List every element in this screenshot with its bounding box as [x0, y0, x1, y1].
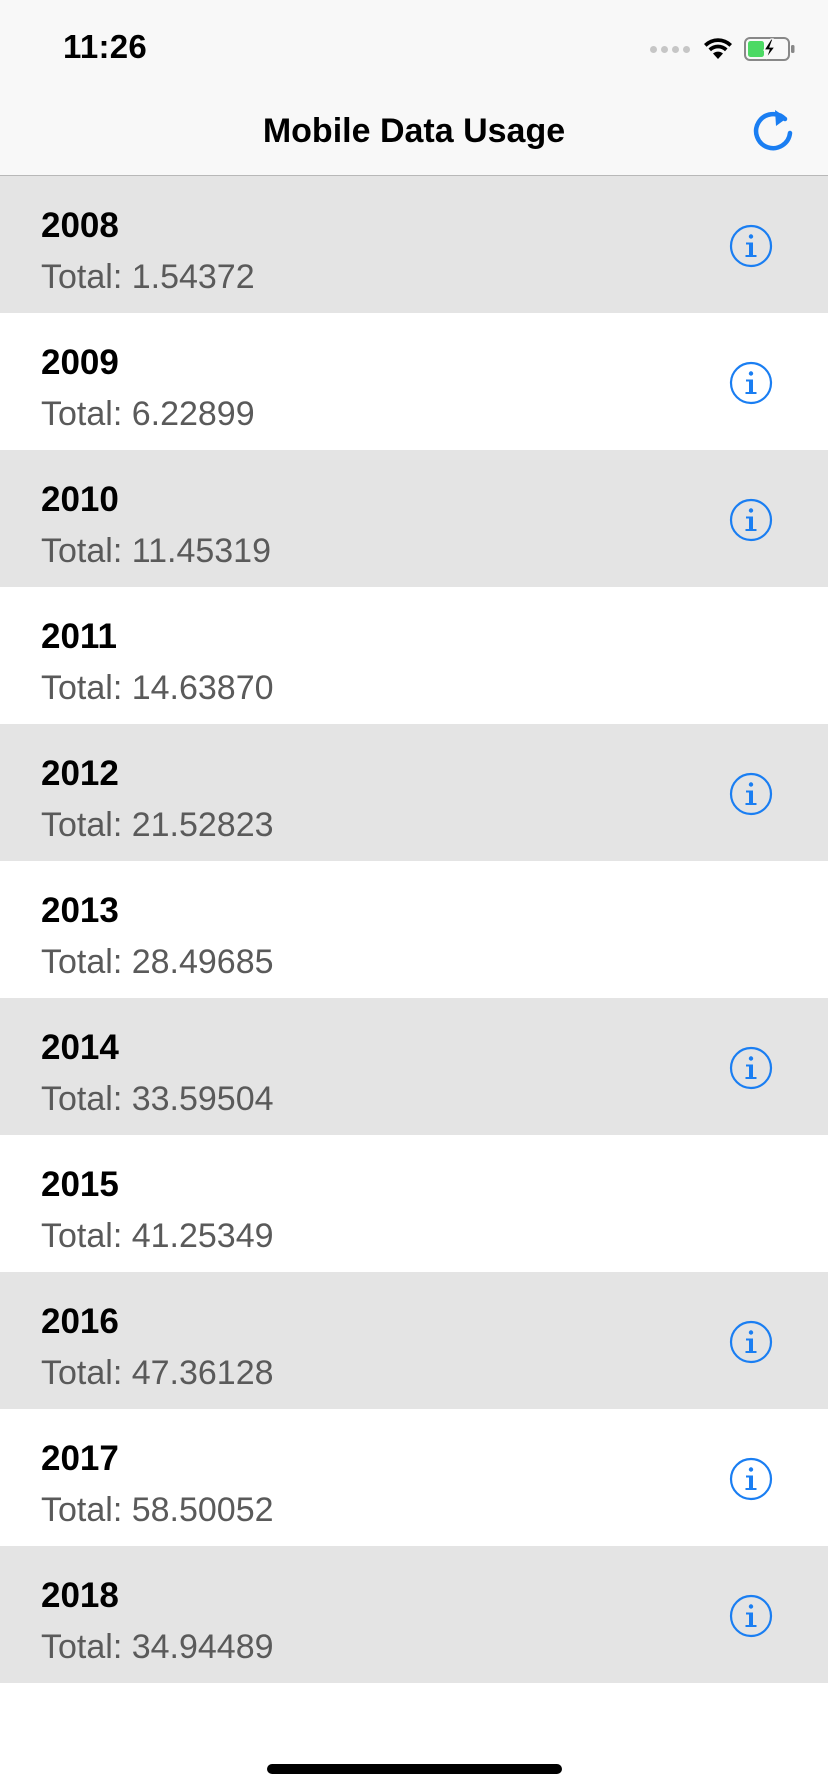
list-item[interactable]: 2017 Total: 58.50052 [0, 1409, 828, 1546]
list-item[interactable]: 2013 Total: 28.49685 [0, 861, 828, 998]
info-icon[interactable] [729, 1046, 773, 1090]
list-item[interactable]: 2008 Total: 1.54372 [0, 176, 828, 313]
year-label: 2018 [41, 1576, 119, 1615]
list-item[interactable]: 2014 Total: 33.59504 [0, 998, 828, 1135]
total-label: Total: 6.22899 [41, 395, 255, 433]
list-item[interactable]: 2011 Total: 14.63870 [0, 587, 828, 724]
year-label: 2009 [41, 343, 119, 382]
total-label: Total: 33.59504 [41, 1080, 274, 1118]
year-label: 2011 [41, 617, 117, 656]
total-label: Total: 21.52823 [41, 806, 274, 844]
refresh-button[interactable] [748, 106, 798, 156]
cellular-signal-icon [650, 45, 690, 53]
home-indicator[interactable] [267, 1764, 562, 1774]
page-title: Mobile Data Usage [262, 112, 566, 150]
year-label: 2013 [41, 891, 119, 930]
info-icon[interactable] [729, 772, 773, 816]
total-label: Total: 41.25349 [41, 1217, 274, 1255]
year-label: 2015 [41, 1165, 119, 1204]
total-label: Total: 58.50052 [41, 1491, 274, 1529]
data-usage-list: 2008 Total: 1.54372 2009 Total: 6.22899 2010… [0, 176, 828, 1683]
status-time: 11:26 [63, 28, 148, 65]
screen: 11:26 Mobile Data Usage 2008 Total: 1.54… [0, 0, 828, 1792]
battery-charging-icon [744, 37, 795, 61]
year-label: 2008 [41, 206, 119, 245]
info-icon[interactable] [729, 1457, 773, 1501]
year-label: 2012 [41, 754, 119, 793]
total-label: Total: 34.94489 [41, 1628, 274, 1666]
info-icon[interactable] [729, 224, 773, 268]
year-label: 2010 [41, 480, 119, 519]
info-icon[interactable] [729, 498, 773, 542]
total-label: Total: 47.36128 [41, 1354, 274, 1392]
total-label: Total: 1.54372 [41, 258, 255, 296]
navigation-bar: 11:26 Mobile Data Usage [0, 0, 828, 176]
info-icon[interactable] [729, 361, 773, 405]
refresh-icon [753, 110, 793, 151]
list-item[interactable]: 2009 Total: 6.22899 [0, 313, 828, 450]
wifi-icon [704, 38, 732, 59]
year-label: 2017 [41, 1439, 119, 1478]
total-label: Total: 11.45319 [41, 532, 271, 570]
list-item[interactable]: 2012 Total: 21.52823 [0, 724, 828, 861]
status-icons [650, 34, 796, 64]
year-label: 2016 [41, 1302, 119, 1341]
list-item[interactable]: 2010 Total: 11.45319 [0, 450, 828, 587]
info-icon[interactable] [729, 1594, 773, 1638]
list-item[interactable]: 2018 Total: 34.94489 [0, 1546, 828, 1683]
total-label: Total: 14.63870 [41, 669, 274, 707]
year-label: 2014 [41, 1028, 119, 1067]
list-item[interactable]: 2015 Total: 41.25349 [0, 1135, 828, 1272]
list-item[interactable]: 2016 Total: 47.36128 [0, 1272, 828, 1409]
info-icon[interactable] [729, 1320, 773, 1364]
total-label: Total: 28.49685 [41, 943, 274, 981]
